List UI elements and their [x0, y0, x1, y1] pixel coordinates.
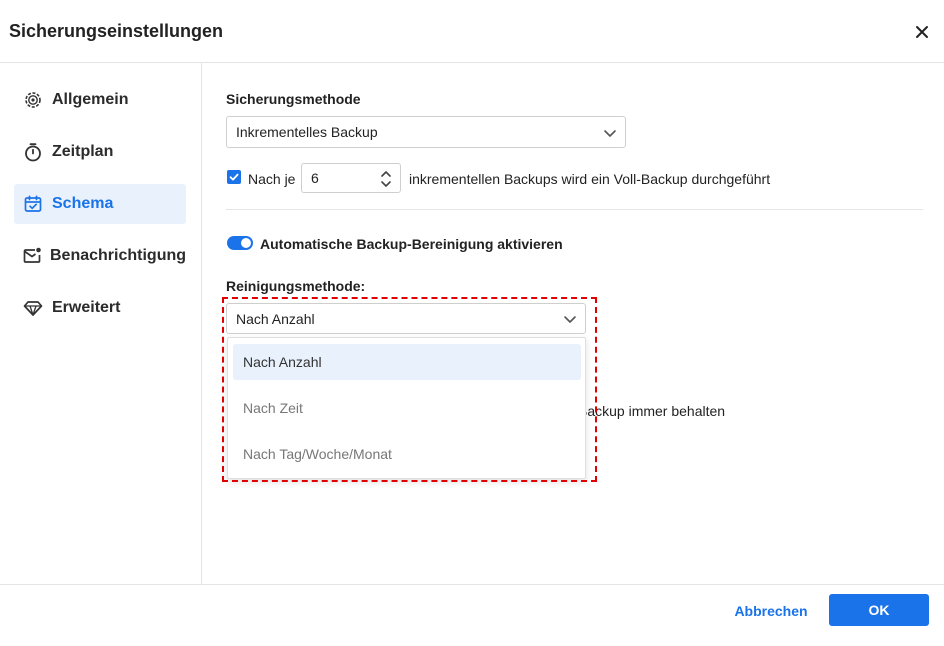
- sidebar: Allgemein Zeitplan Schema Benachrichtigu…: [0, 63, 202, 584]
- full-backup-checkbox[interactable]: [227, 170, 241, 184]
- stepper-arrows-icon[interactable]: [380, 168, 392, 190]
- settings-dialog: Sicherungseinstellungen Allgemein Zeitpl…: [0, 0, 944, 646]
- dropdown-option-nach-anzahl[interactable]: Nach Anzahl: [233, 344, 581, 380]
- dialog-footer: Abbrechen OK: [0, 584, 944, 646]
- calendar-check-icon: [22, 193, 44, 215]
- full-backup-prefix: Nach je: [248, 171, 296, 187]
- auto-cleanup-toggle[interactable]: [227, 236, 253, 250]
- full-backup-suffix: inkrementellen Backups wird ein Voll-Bac…: [409, 171, 771, 187]
- sidebar-item-label: Benachrichtigung: [50, 247, 187, 264]
- section-divider: [226, 209, 923, 210]
- title-bar: Sicherungseinstellungen: [0, 0, 944, 63]
- toggle-knob: [241, 238, 251, 248]
- full-backup-count-stepper[interactable]: 6: [301, 163, 401, 193]
- chevron-down-icon: [604, 130, 616, 137]
- stopwatch-icon: [22, 141, 44, 163]
- auto-cleanup-label: Automatische Backup-Bereinigung aktivier…: [260, 236, 563, 252]
- cancel-button[interactable]: Abbrechen: [724, 600, 818, 622]
- sidebar-item-allgemein[interactable]: Allgemein: [14, 80, 186, 120]
- diamond-icon: [22, 297, 44, 319]
- dialog-title: Sicherungseinstellungen: [9, 21, 224, 41]
- close-icon: [916, 26, 928, 38]
- cleanup-method-select[interactable]: Nach Anzahl: [226, 303, 586, 334]
- checkmark-icon: [229, 173, 239, 181]
- backup-method-value: Inkrementelles Backup: [236, 124, 378, 140]
- backup-method-select[interactable]: Inkrementelles Backup: [226, 116, 626, 148]
- main-content: Sicherungsmethode Inkrementelles Backup …: [203, 63, 944, 584]
- sidebar-item-label: Schema: [52, 195, 114, 212]
- cleanup-method-dropdown: Nach Anzahl Nach Zeit Nach Tag/Woche/Mon…: [227, 337, 586, 479]
- keep-backup-text: Backup immer behalten: [578, 403, 726, 419]
- dropdown-option-nach-zeit[interactable]: Nach Zeit: [233, 390, 581, 426]
- chevron-down-icon: [564, 316, 576, 323]
- sidebar-item-label: Zeitplan: [52, 143, 114, 160]
- sidebar-item-label: Erweitert: [52, 299, 121, 316]
- backup-method-label: Sicherungsmethode: [226, 91, 361, 107]
- close-button[interactable]: [908, 20, 936, 44]
- sidebar-item-label: Allgemein: [52, 91, 129, 108]
- full-backup-count-value: 6: [311, 170, 319, 186]
- mail-notification-icon: [22, 245, 42, 267]
- sidebar-item-benachrichtigung[interactable]: Benachrichtigung: [14, 236, 186, 276]
- gear-icon: [22, 89, 44, 111]
- sidebar-item-schema[interactable]: Schema: [14, 184, 186, 224]
- ok-button[interactable]: OK: [829, 594, 929, 626]
- cleanup-method-value: Nach Anzahl: [236, 310, 315, 327]
- sidebar-item-erweitert[interactable]: Erweitert: [14, 288, 186, 328]
- cleanup-method-label: Reinigungsmethode:: [226, 278, 366, 294]
- sidebar-item-zeitplan[interactable]: Zeitplan: [14, 132, 186, 172]
- dropdown-option-nach-tag-woche-monat[interactable]: Nach Tag/Woche/Monat: [233, 436, 581, 472]
